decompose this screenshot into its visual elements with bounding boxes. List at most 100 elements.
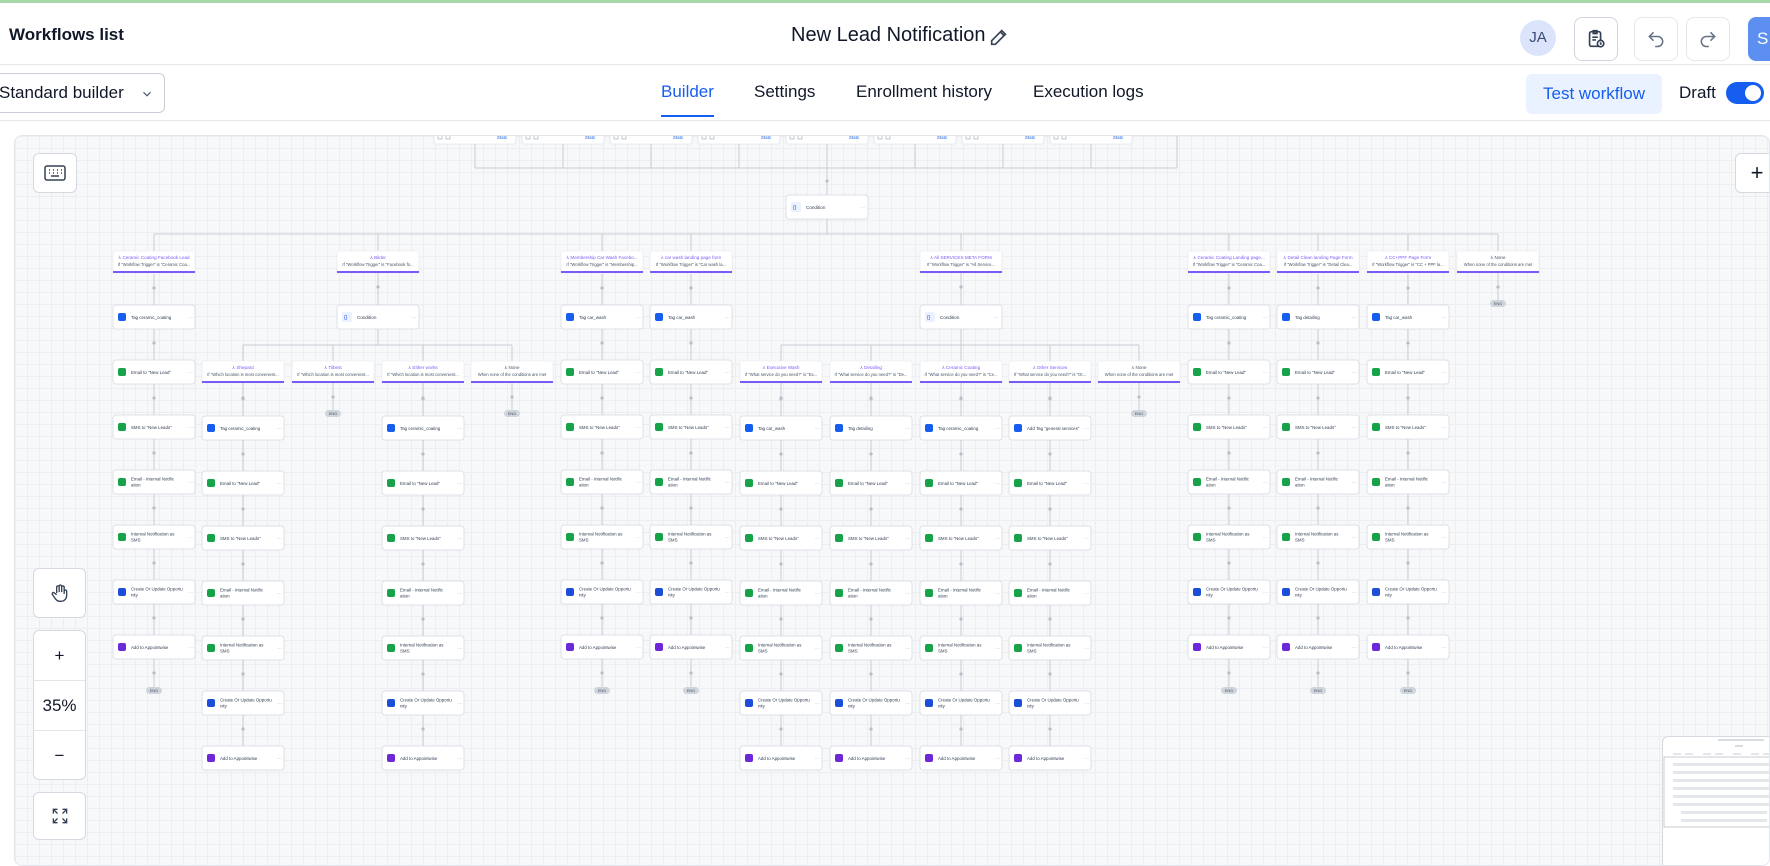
version-history-button[interactable] — [1574, 17, 1618, 61]
action-node[interactable]: Internal Notification asSMS ⋯ — [1366, 524, 1450, 550]
action-node[interactable]: Tag ceramic_coating ⋯ — [1187, 304, 1271, 330]
action-node[interactable]: Create Or Update Opportunity ⋯ — [1276, 579, 1360, 605]
zoom-out-button[interactable]: − — [34, 731, 85, 781]
branch-node[interactable]: ⅄ Ceramic Coating If "What service do you… — [919, 360, 1003, 384]
branch-node[interactable]: ⅄ Other Services If "What service do you … — [1008, 360, 1092, 384]
action-node[interactable]: Email - Internal Notification ⋯ — [112, 469, 196, 495]
branch-node[interactable]: ⅄ All SERVICES META FORM If "Workflow Tri… — [919, 250, 1003, 274]
action-node[interactable]: SMS to "New Leads" ⋯ — [829, 525, 913, 551]
action-node[interactable]: Email to "New Lead" ⋯ — [739, 470, 823, 496]
action-node[interactable]: Create Or Update Opportunity ⋯ — [649, 579, 733, 605]
action-node[interactable]: SMS to "New Leads" ⋯ — [560, 414, 644, 440]
avatar[interactable]: JA — [1520, 20, 1556, 56]
action-node[interactable]: Email - Internal Notification ⋯ — [560, 469, 644, 495]
action-node[interactable]: Internal Notification asSMS ⋯ — [201, 635, 285, 661]
action-node[interactable]: Email - Internal Notification ⋯ — [381, 580, 465, 606]
action-node[interactable]: Create Or Update Opportunity ⋯ — [201, 690, 285, 716]
action-node[interactable]: Tag ceramic_coating ⋯ — [919, 415, 1003, 441]
action-node[interactable]: Create Or Update Opportunity ⋯ — [1008, 690, 1092, 716]
action-node[interactable]: Add to Appointwise ⋯ — [1366, 634, 1450, 660]
action-node[interactable]: Create Or Update Opportunity ⋯ — [560, 579, 644, 605]
action-node[interactable]: Add to Appointwise ⋯ — [739, 745, 823, 771]
trigger-node[interactable]: Form is is any of "SC5(OS) Ceram...Stats — [873, 136, 957, 145]
trigger-node[interactable]: Stats — [521, 136, 605, 145]
keyboard-shortcuts-button[interactable] — [33, 153, 77, 193]
redo-button[interactable] — [1686, 17, 1730, 61]
action-node[interactable]: Email - Internal Notification ⋯ — [649, 469, 733, 495]
action-node[interactable]: Email to "New Lead" ⋯ — [1366, 359, 1450, 385]
branch-node[interactable]: ⅄ car wash landing page form If "Workflow… — [649, 250, 733, 274]
branch-node[interactable]: ⅄ CC+PPF Page Form If "Workflow Trigger" … — [1366, 250, 1450, 274]
action-node[interactable]: Email to "New Lead" ⋯ — [1276, 359, 1360, 385]
action-node[interactable]: Internal Notification asSMS ⋯ — [1008, 635, 1092, 661]
action-node[interactable]: Email - Internal Notification ⋯ — [1187, 469, 1271, 495]
trigger-node[interactable]: Form is is any of "[SAKI] - Ceramic...St… — [609, 136, 693, 145]
builder-select[interactable]: Standard builder — [0, 73, 165, 113]
branch-node[interactable]: ⅄ Detailing If "What service do you need?… — [829, 360, 913, 384]
trigger-node[interactable]: Stats — [961, 136, 1045, 145]
edit-pencil-icon[interactable] — [988, 26, 1010, 48]
action-node[interactable]: Add to Appointwise ⋯ — [1187, 634, 1271, 660]
action-node[interactable]: Create Or Update Opportunity ⋯ — [381, 690, 465, 716]
action-node[interactable]: Internal Notification asSMS ⋯ — [829, 635, 913, 661]
action-node[interactable]: Email to "New Lead" ⋯ — [112, 359, 196, 385]
draft-publish-toggle[interactable] — [1726, 82, 1764, 104]
action-node[interactable]: Tag ceramic_coating ⋯ — [381, 415, 465, 441]
action-node[interactable]: SMS to "New Leads" ⋯ — [1008, 525, 1092, 551]
action-node[interactable]: Internal Notification asSMS ⋯ — [112, 524, 196, 550]
trigger-node[interactable]: Stats — [1049, 136, 1133, 145]
tab-execution-logs[interactable]: Execution logs — [1033, 82, 1144, 102]
fit-to-screen-button[interactable] — [33, 792, 86, 840]
action-node[interactable]: Tag detailing ⋯ — [1276, 304, 1360, 330]
action-node[interactable]: SMS to "New Leads" ⋯ — [201, 525, 285, 551]
action-node[interactable]: SMS to "New Leads" ⋯ — [112, 414, 196, 440]
action-node[interactable]: SMS to "New Leads" ⋯ — [919, 525, 1003, 551]
action-node[interactable]: Email - Internal Notification ⋯ — [1366, 469, 1450, 495]
action-node[interactable]: Create Or Update Opportunity ⋯ — [739, 690, 823, 716]
action-node[interactable]: Email - Internal Notification ⋯ — [739, 580, 823, 606]
tab-builder[interactable]: Builder — [661, 82, 714, 117]
action-node[interactable]: Add to Appointwise ⋯ — [649, 634, 733, 660]
action-node[interactable]: Email to "New Lead" ⋯ — [649, 359, 733, 385]
action-node[interactable]: SMS to "New Leads" ⋯ — [1276, 414, 1360, 440]
action-node[interactable]: Create Or Update Opportunity ⋯ — [112, 579, 196, 605]
condition-node[interactable]: {} Condition ⋯ — [919, 304, 1003, 330]
tab-settings[interactable]: Settings — [754, 82, 815, 102]
action-node[interactable]: Add to Appointwise ⋯ — [1276, 634, 1360, 660]
action-node[interactable]: Create Or Update Opportunity ⋯ — [829, 690, 913, 716]
action-node[interactable]: SMS to "New Leads" ⋯ — [381, 525, 465, 551]
action-node[interactable]: Add Tag "general services" ⋯ — [1008, 415, 1092, 441]
action-node[interactable]: SMS to "New Leads" ⋯ — [739, 525, 823, 551]
action-node[interactable]: Email - Internal Notification ⋯ — [1008, 580, 1092, 606]
workflows-list-link[interactable]: Workflows list — [9, 25, 124, 45]
action-node[interactable]: SMS to "New Leads" ⋯ — [1366, 414, 1450, 440]
action-node[interactable]: Email to "New Lead" ⋯ — [919, 470, 1003, 496]
action-node[interactable]: Email - Internal Notification ⋯ — [829, 580, 913, 606]
publish-button[interactable]: S — [1748, 17, 1770, 61]
action-node[interactable]: Tag car_wash ⋯ — [649, 304, 733, 330]
action-node[interactable]: Tag car_wash ⋯ — [739, 415, 823, 441]
branch-node[interactable]: ⅄ None When none of the conditions are me… — [470, 360, 554, 384]
trigger-node[interactable]: Form is is any of "[SAKI] - Ceramic...St… — [697, 136, 781, 145]
action-node[interactable]: SMS to "New Leads" ⋯ — [1187, 414, 1271, 440]
action-node[interactable]: Internal Notification asSMS ⋯ — [560, 524, 644, 550]
action-node[interactable]: Email to "New Lead" ⋯ — [1187, 359, 1271, 385]
action-node[interactable]: Internal Notification asSMS ⋯ — [739, 635, 823, 661]
trigger-node[interactable]: Form is is any of "Shepard Form cur...St… — [433, 136, 517, 145]
branch-node[interactable]: ⅄ None When none of the conditions are me… — [1097, 360, 1181, 384]
trigger-node[interactable]: Stats — [785, 136, 869, 145]
action-node[interactable]: Internal Notification asSMS ⋯ — [1187, 524, 1271, 550]
action-node[interactable]: Email to "New Lead" ⋯ — [201, 470, 285, 496]
action-node[interactable]: SMS to "New Leads" ⋯ — [649, 414, 733, 440]
condition-node[interactable]: {} Condition ⋯ — [336, 304, 420, 330]
minimap[interactable] — [1662, 736, 1769, 865]
zoom-in-button[interactable]: + — [34, 631, 85, 681]
test-workflow-button[interactable]: Test workflow — [1526, 74, 1662, 114]
branch-node[interactable]: ⅄ Tilbest If "Which location is most conv… — [291, 360, 375, 384]
action-node[interactable]: Internal Notification asSMS ⋯ — [649, 524, 733, 550]
branch-node[interactable]: ⅄ Ceramic Coating Landing page... If "Wor… — [1187, 250, 1271, 274]
action-node[interactable]: Add to Appointwise ⋯ — [829, 745, 913, 771]
branch-node[interactable]: ⅄ Ceramic Coating Facebook Lead If "Workf… — [112, 250, 196, 274]
action-node[interactable]: Tag ceramic_coating ⋯ — [112, 304, 196, 330]
action-node[interactable]: Tag ceramic_coating ⋯ — [201, 415, 285, 441]
